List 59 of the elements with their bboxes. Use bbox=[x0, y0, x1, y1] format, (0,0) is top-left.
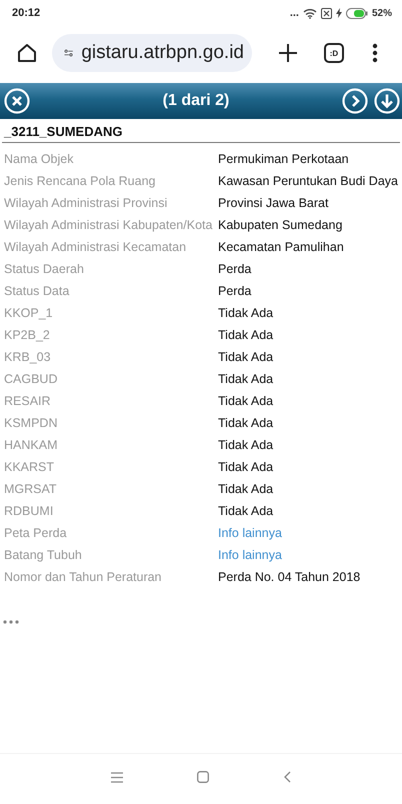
attribute-label: KSMPDN bbox=[4, 416, 58, 430]
recents-icon[interactable] bbox=[111, 772, 123, 782]
attribute-label: Jenis Rencana Pola Ruang bbox=[4, 174, 156, 188]
attribute-label: Nomor dan Tahun Peraturan bbox=[4, 570, 163, 584]
attribute-label: MGRSAT bbox=[4, 482, 58, 496]
page-counter: (1 dari 2) bbox=[162, 92, 230, 110]
url-text: gistaru.atrbpn.go.id bbox=[81, 42, 244, 64]
feature-title: _3211_SUMEDANG bbox=[2, 123, 124, 141]
attribute-value: Kabupaten Sumedang bbox=[218, 218, 342, 232]
attribute-label: HANKAM bbox=[4, 438, 58, 452]
new-tab-icon[interactable] bbox=[276, 41, 300, 65]
attribute-label: Wilayah Administrasi Kecamatan bbox=[4, 240, 188, 254]
attribute-label: Nama Objek bbox=[4, 152, 74, 166]
address-bar[interactable]: gistaru.atrbpn.go.id bbox=[52, 34, 252, 72]
attribute-label: RDBUMI bbox=[4, 504, 54, 518]
status-time: 20:12 bbox=[12, 7, 40, 19]
attribute-label: RESAIR bbox=[4, 394, 52, 408]
battery-icon bbox=[346, 8, 368, 18]
attribute-value: Kawasan Peruntukan Budi Daya bbox=[218, 174, 398, 188]
attribute-label: KRB_03 bbox=[4, 350, 52, 364]
attribute-value: Tidak Ada bbox=[218, 306, 274, 320]
attribute-value: Tidak Ada bbox=[218, 372, 274, 386]
attribute-label: KKARST bbox=[4, 460, 56, 474]
more-icon[interactable] bbox=[3, 620, 19, 624]
attribute-value: Provinsi Jawa Barat bbox=[218, 196, 328, 210]
attribute-value: Tidak Ada bbox=[218, 482, 274, 496]
menu-icon[interactable] bbox=[370, 41, 380, 65]
wifi-icon bbox=[302, 8, 317, 18]
attribute-value: Perda bbox=[218, 262, 252, 276]
back-icon[interactable] bbox=[283, 771, 291, 783]
sim-icon bbox=[320, 8, 332, 18]
attribute-value: Permukiman Perkotaan bbox=[218, 152, 349, 166]
attribute-value: Tidak Ada bbox=[218, 350, 274, 364]
attribute-label: KP2B_2 bbox=[4, 328, 51, 342]
attribute-value: Tidak Ada bbox=[218, 460, 274, 474]
attribute-value: Tidak Ada bbox=[218, 438, 274, 452]
attribute-value: Tidak Ada bbox=[218, 416, 274, 430]
close-icon[interactable] bbox=[4, 88, 30, 114]
attribute-label: Batang Tubuh bbox=[4, 548, 83, 562]
attribute-value: Tidak Ada bbox=[218, 394, 274, 408]
attribute-value: Perda bbox=[218, 284, 252, 298]
attribute-label: KKOP_1 bbox=[4, 306, 54, 320]
next-icon[interactable] bbox=[342, 88, 368, 114]
attribute-value: Tidak Ada bbox=[218, 328, 274, 342]
attribute-label: Wilayah Administrasi Provinsi bbox=[4, 196, 168, 210]
notification-dots: ... bbox=[290, 7, 299, 19]
attribute-value: Perda No. 04 Tahun 2018 bbox=[218, 570, 360, 584]
tabs-button[interactable]: :D bbox=[324, 43, 344, 63]
attribute-label: Status Daerah bbox=[4, 262, 85, 276]
attribute-value: Kecamatan Pamulihan bbox=[218, 240, 344, 254]
attribute-value: Tidak Ada bbox=[218, 504, 274, 518]
battery-percent: 52% bbox=[372, 8, 392, 18]
attribute-label: CAGBUD bbox=[4, 372, 58, 386]
charging-icon bbox=[336, 8, 342, 18]
attribute-label: Peta Perda bbox=[4, 526, 68, 540]
attribute-label: Status Data bbox=[4, 284, 70, 298]
attribute-label: Wilayah Administrasi Kabupaten/Kota bbox=[4, 218, 214, 232]
home-nav-icon[interactable] bbox=[197, 771, 209, 783]
download-icon[interactable] bbox=[374, 88, 400, 114]
